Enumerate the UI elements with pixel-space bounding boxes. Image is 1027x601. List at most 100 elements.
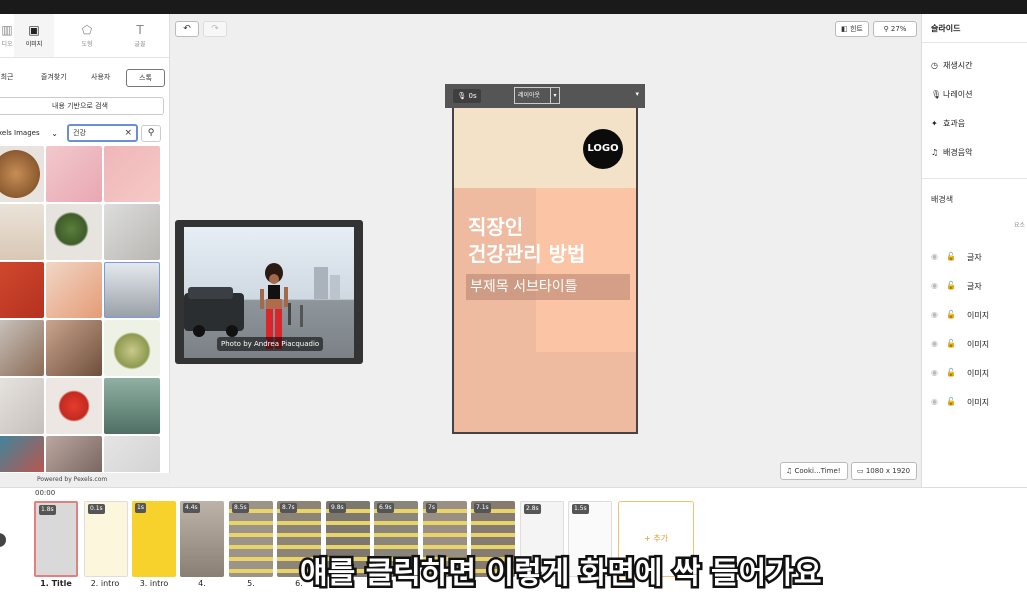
tab-image[interactable]: ▣ 이미지	[14, 14, 54, 57]
image-thumb[interactable]	[104, 204, 160, 260]
layer-item[interactable]: ◉ 🔓 이미지	[931, 310, 1021, 324]
eye-icon[interactable]: ◉	[931, 310, 938, 319]
right-panel: 슬라이드 ◷ 재생시간 🎙 나레이션 ✦ 효과음 ♫ 배경음악 배경색 요소 ◉ 🔓 글자 …	[921, 14, 1027, 487]
zoom-button[interactable]: ⚲ 27%	[873, 21, 917, 37]
image-thumb[interactable]	[46, 320, 102, 376]
search-icon: ⚲	[147, 128, 155, 138]
image-thumb[interactable]	[0, 436, 44, 472]
panel-title: 슬라이드	[931, 24, 961, 33]
option-narration[interactable]: 🎙 나레이션	[931, 89, 972, 100]
eye-icon[interactable]: ◉	[931, 281, 938, 290]
image-thumb[interactable]	[0, 378, 44, 434]
layer-item[interactable]: ◉ 🔓 이미지	[931, 339, 1021, 353]
pexels-credit[interactable]: Powered by Pexels.com	[0, 473, 170, 487]
option-sound-effect[interactable]: ✦ 효과음	[931, 118, 965, 129]
background-color-label[interactable]: 배경색	[931, 194, 953, 205]
eye-icon[interactable]: ◉	[931, 252, 938, 261]
eye-icon[interactable]: ◉	[931, 397, 938, 406]
scene-thumb[interactable]: 4.4s	[180, 501, 224, 577]
subtab-user[interactable]: 사용자	[87, 69, 113, 87]
layer-name: 글자	[967, 253, 982, 262]
eye-icon[interactable]: ◉	[931, 339, 938, 348]
lock-icon[interactable]: 🔓	[946, 339, 956, 348]
scene-duration: 9.8s	[329, 503, 346, 513]
semantic-search-button[interactable]: 내용 기반으로 검색	[0, 97, 164, 115]
undo-icon: ↶	[183, 24, 191, 34]
image-thumb[interactable]	[104, 146, 160, 202]
image-thumb[interactable]	[46, 146, 102, 202]
slide-duration-value: 0s	[468, 92, 477, 100]
mic-icon: 🎙	[931, 90, 942, 99]
lock-icon[interactable]: 🔓	[946, 310, 956, 319]
slide-title[interactable]: 직장인 건강관리 방법	[468, 214, 585, 268]
logo[interactable]: LOGO	[583, 129, 623, 169]
slide-canvas[interactable]: LOGO 직장인 건강관리 방법 부제목 서브타이틀	[452, 108, 638, 434]
eye-icon[interactable]: ◉	[931, 368, 938, 377]
image-thumb[interactable]	[0, 262, 44, 318]
layer-item[interactable]: ◉ 🔓 이미지	[931, 397, 1021, 411]
hint-label: 힌트	[849, 25, 863, 33]
canvas-size-button[interactable]: ▭ 1080 x 1920	[851, 462, 917, 480]
hint-button[interactable]: ◧ 힌트	[835, 21, 869, 37]
image-thumb[interactable]	[0, 320, 44, 376]
background-music-button[interactable]: ♫ Cooki...Time!	[780, 462, 848, 480]
redo-button[interactable]: ↷	[203, 21, 227, 37]
image-source-select[interactable]: xels Images ⌄	[0, 125, 60, 142]
scene-label: 2. intro	[90, 579, 120, 588]
lock-icon[interactable]: 🔓	[946, 368, 956, 377]
image-thumb[interactable]	[104, 320, 160, 376]
search-input[interactable]: 건강 ×	[67, 124, 138, 142]
tab-video[interactable]: ▥ 디오	[0, 14, 14, 57]
subtab-favorites[interactable]: 즐겨찾기	[36, 69, 71, 87]
image-thumb-hovered[interactable]	[104, 262, 160, 318]
slide-menu-icon[interactable]: ▾	[635, 90, 639, 98]
caret-down-icon[interactable]: ▾	[550, 88, 559, 103]
subtab-recent[interactable]: 최근	[0, 69, 14, 87]
photo-credit: Photo by Andrea Piacquadio	[217, 337, 324, 351]
lock-icon[interactable]: 🔓	[946, 252, 956, 261]
layer-item[interactable]: ◉ 🔓 이미지	[931, 368, 1021, 382]
chevron-down-icon: ⌄	[51, 129, 58, 138]
elements-header: 요소	[1014, 222, 1026, 229]
layout-button[interactable]: 레이아웃 ▾	[514, 87, 560, 104]
layer-item[interactable]: ◉ 🔓 글자	[931, 281, 1021, 295]
slide-accent-block[interactable]	[536, 188, 636, 352]
image-thumb[interactable]	[104, 378, 160, 434]
divider	[922, 178, 1027, 179]
image-thumb[interactable]	[46, 378, 102, 434]
top-bar	[0, 0, 1027, 14]
search-button[interactable]: ⚲	[141, 125, 161, 142]
film-icon: ▥	[1, 23, 13, 37]
layer-item[interactable]: ◉ 🔓 글자	[931, 252, 1021, 266]
image-preview-popup: Photo by Andrea Piacquadio	[175, 220, 363, 364]
lock-icon[interactable]: 🔓	[946, 397, 956, 406]
lock-icon[interactable]: 🔓	[946, 281, 956, 290]
scene-thumb[interactable]: 0.1s	[84, 501, 128, 577]
left-panel: ▥ 디오 ▣ 이미지 ⬠ 도형 T 글꼴 최근 즐겨찾기 사용자 스톡 내용 기…	[0, 14, 170, 487]
option-duration[interactable]: ◷ 재생시간	[931, 60, 972, 71]
tab-shape[interactable]: ⬠ 도형	[67, 14, 107, 57]
image-thumb[interactable]	[46, 436, 102, 472]
clear-icon[interactable]: ×	[124, 126, 132, 140]
option-bgm-label: 배경음악	[943, 148, 973, 157]
subtab-stock[interactable]: 스톡	[125, 69, 165, 87]
image-thumb[interactable]	[46, 262, 102, 318]
undo-button[interactable]: ↶	[175, 21, 199, 37]
timeline-time: 00:00	[35, 489, 56, 497]
video-subtitle: 얘를 클릭하면 이렇게 화면에 싹 들어가요	[297, 554, 823, 594]
image-thumb[interactable]	[0, 146, 44, 202]
slide-title-line1: 직장인	[468, 215, 524, 239]
scroll-left-button[interactable]	[0, 533, 6, 547]
image-thumb[interactable]	[0, 204, 44, 260]
scene-thumb[interactable]: 1s	[132, 501, 176, 577]
scene-duration: 1s	[135, 503, 146, 513]
image-thumb[interactable]	[104, 436, 160, 472]
slide-duration[interactable]: 🎙 0s	[453, 89, 481, 103]
scene-thumb[interactable]: 8.5s	[229, 501, 273, 577]
option-bgm[interactable]: ♫ 배경음악	[931, 147, 972, 158]
image-thumb[interactable]	[46, 204, 102, 260]
layer-name: 이미지	[967, 398, 990, 407]
slide-subtitle[interactable]: 부제목 서브타이틀	[466, 274, 630, 300]
tab-text[interactable]: T 글꼴	[120, 14, 160, 57]
scene-thumb[interactable]: 1.8s	[34, 501, 78, 577]
